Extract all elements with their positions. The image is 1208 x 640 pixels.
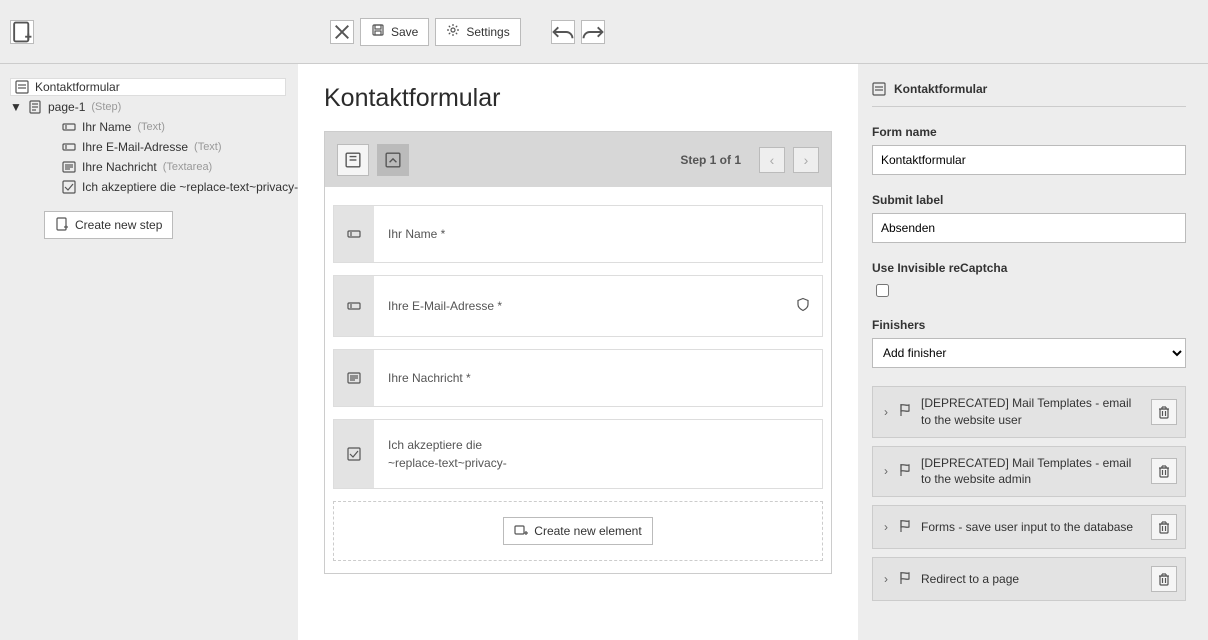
tree-field-type: (Textarea) — [163, 161, 213, 173]
tree-field-label: Ich akzeptiere die ~replace-text~privacy… — [82, 180, 298, 194]
view-mode-collapse-button[interactable] — [337, 144, 369, 176]
canvas-field[interactable]: Ihre E-Mail-Adresse * — [333, 275, 823, 337]
gear-icon — [446, 23, 460, 40]
top-toolbar: Save Settings — [0, 0, 1208, 64]
create-element-button[interactable]: Create new element — [503, 517, 652, 545]
new-form-button[interactable] — [10, 20, 34, 44]
field-handle[interactable] — [334, 420, 374, 488]
create-step-button[interactable]: Create new step — [44, 211, 173, 239]
flag-icon — [899, 463, 913, 480]
step-indicator: Step 1 of 1 — [680, 153, 741, 167]
shield-icon — [796, 298, 810, 315]
form-icon — [872, 82, 886, 96]
submit-label-input[interactable] — [872, 213, 1186, 243]
field-handle[interactable] — [334, 350, 374, 406]
tree-root[interactable]: Kontaktformular — [10, 78, 286, 96]
tree-field-type: (Text) — [194, 141, 222, 153]
finisher-item[interactable]: › Redirect to a page — [872, 557, 1186, 601]
flag-icon — [899, 403, 913, 420]
tree-field[interactable]: Ich akzeptiere die ~replace-text~privacy… — [28, 177, 298, 197]
tree-caret[interactable]: ▼ — [10, 100, 22, 114]
text-field-icon — [62, 140, 76, 154]
chevron-right-icon: › — [881, 464, 891, 478]
tree-field-label: Ihre Nachricht — [82, 160, 157, 174]
textarea-icon — [62, 160, 76, 174]
add-page-icon — [55, 217, 69, 234]
tree-field-label: Ihr Name — [82, 120, 131, 134]
submit-label-label: Submit label — [872, 193, 1186, 207]
finisher-label: Redirect to a page — [921, 571, 1143, 588]
save-icon — [371, 23, 385, 40]
finisher-label: [DEPRECATED] Mail Templates - email to t… — [921, 455, 1143, 489]
properties-title: Kontaktformular — [894, 82, 987, 96]
finisher-item[interactable]: › [DEPRECATED] Mail Templates - email to … — [872, 386, 1186, 438]
form-name-label: Form name — [872, 125, 1186, 139]
canvas-field[interactable]: Ihr Name * — [333, 205, 823, 263]
tree-field-type: (Text) — [137, 121, 165, 133]
chevron-right-icon: › — [881, 572, 891, 586]
checkbox-icon — [62, 180, 76, 194]
flag-icon — [899, 571, 913, 588]
prev-step-button[interactable]: ‹ — [759, 147, 785, 173]
create-element-label: Create new element — [534, 524, 641, 538]
form-canvas: Kontaktformular Step 1 of 1 ‹ › Ihr Name… — [298, 64, 858, 640]
create-step-label: Create new step — [75, 218, 162, 232]
chevron-right-icon: › — [881, 520, 891, 534]
tree-field[interactable]: Ihr Name (Text) — [28, 117, 298, 137]
canvas-field-label: Ich akzeptiere die ~replace-text~privacy… — [388, 436, 508, 472]
add-finisher-select[interactable]: Add finisher — [872, 338, 1186, 368]
canvas-field[interactable]: Ich akzeptiere die ~replace-text~privacy… — [333, 419, 823, 489]
settings-button[interactable]: Settings — [435, 18, 520, 46]
finishers-label: Finishers — [872, 318, 1186, 332]
create-element-dropzone: Create new element — [333, 501, 823, 561]
form-title: Kontaktformular — [324, 84, 832, 113]
properties-panel: Kontaktformular Form name Submit label U… — [858, 64, 1208, 640]
delete-finisher-button[interactable] — [1151, 566, 1177, 592]
stage-header: Step 1 of 1 ‹ › — [325, 132, 831, 187]
field-handle[interactable] — [334, 206, 374, 262]
finisher-item[interactable]: › [DEPRECATED] Mail Templates - email to … — [872, 446, 1186, 498]
form-name-input[interactable] — [872, 145, 1186, 175]
form-icon — [15, 80, 29, 94]
finisher-label: [DEPRECATED] Mail Templates - email to t… — [921, 395, 1143, 429]
field-handle[interactable] — [334, 276, 374, 336]
save-label: Save — [391, 25, 418, 39]
canvas-field[interactable]: Ihre Nachricht * — [333, 349, 823, 407]
delete-finisher-button[interactable] — [1151, 514, 1177, 540]
view-mode-expand-button[interactable] — [377, 144, 409, 176]
recaptcha-label: Use Invisible reCaptcha — [872, 261, 1186, 275]
close-button[interactable] — [330, 20, 354, 44]
undo-button[interactable] — [551, 20, 575, 44]
structure-tree: Kontaktformular ▼ page-1 (Step) Ihr Name… — [0, 64, 298, 640]
text-field-icon — [62, 120, 76, 134]
tree-field[interactable]: Ihre Nachricht (Textarea) — [28, 157, 298, 177]
recaptcha-checkbox[interactable] — [876, 284, 889, 297]
tree-root-label: Kontaktformular — [35, 80, 120, 94]
save-button[interactable]: Save — [360, 18, 429, 46]
tree-page-label[interactable]: page-1 — [48, 100, 85, 114]
redo-button[interactable] — [581, 20, 605, 44]
tree-page-type: (Step) — [91, 101, 121, 113]
next-step-button[interactable]: › — [793, 147, 819, 173]
tree-field-label: Ihre E-Mail-Adresse — [82, 140, 188, 154]
tree-field[interactable]: Ihre E-Mail-Adresse (Text) — [28, 137, 298, 157]
finisher-label: Forms - save user input to the database — [921, 519, 1143, 536]
canvas-field-label: Ihre Nachricht * — [388, 369, 471, 387]
canvas-field-label: Ihr Name * — [388, 225, 445, 243]
canvas-field-label: Ihre E-Mail-Adresse * — [388, 297, 502, 315]
add-element-icon — [514, 523, 528, 540]
delete-finisher-button[interactable] — [1151, 458, 1177, 484]
finisher-item[interactable]: › Forms - save user input to the database — [872, 505, 1186, 549]
settings-label: Settings — [466, 25, 509, 39]
chevron-right-icon: › — [881, 405, 891, 419]
page-icon — [28, 100, 42, 114]
flag-icon — [899, 519, 913, 536]
delete-finisher-button[interactable] — [1151, 399, 1177, 425]
